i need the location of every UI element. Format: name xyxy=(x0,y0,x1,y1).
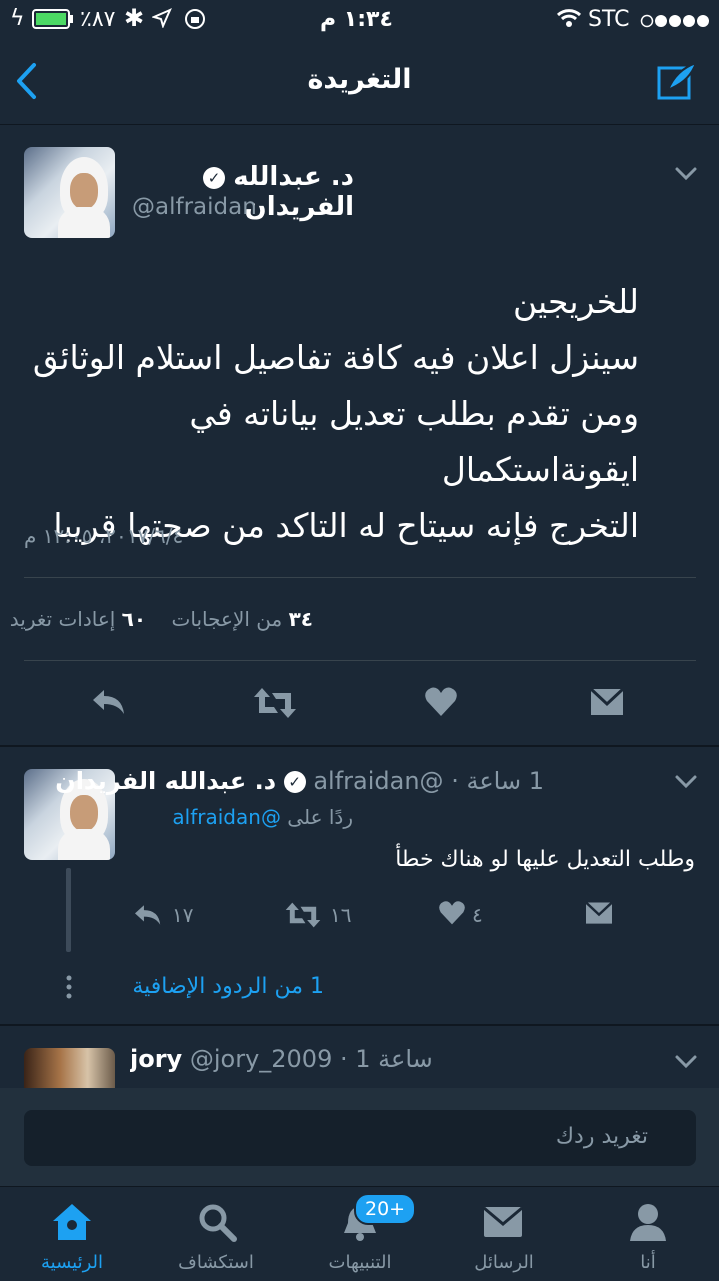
search-icon xyxy=(199,1204,237,1242)
verified-badge-icon: ✓ xyxy=(283,771,306,793)
signal-icon xyxy=(640,10,710,35)
thread-line xyxy=(66,868,71,952)
reply-to-line[interactable]: ردًا على @alfraidan xyxy=(172,805,353,829)
navigation-bar: التغريدة xyxy=(0,40,719,125)
tweet-timestamp: ٢٠١٧/٦/٤، ١٢:٠٥ م xyxy=(24,524,184,548)
retweets-count: ٦٠ xyxy=(121,607,147,631)
tab-explore[interactable]: استكشاف xyxy=(144,1187,288,1281)
tab-label: الرسائل xyxy=(474,1252,534,1273)
engagement-stats[interactable]: ٣٤ من الإعجابات ٦٠ إعادات تغريد xyxy=(10,607,313,631)
tab-messages[interactable]: الرسائل xyxy=(432,1187,576,1281)
reply-to-handle[interactable]: @alfraidan xyxy=(172,805,281,829)
tab-label: أنا xyxy=(640,1252,656,1273)
tab-label: استكشاف xyxy=(178,1252,254,1273)
reply-time: 1 ساعة xyxy=(466,767,544,795)
like-heart-icon[interactable] xyxy=(438,900,466,930)
divider xyxy=(0,1024,719,1026)
compose-tweet-button[interactable] xyxy=(656,60,698,106)
tweet-text: للخريجين سينزل اعلان فيه كافة تفاصيل است… xyxy=(19,274,639,554)
third-author-name: jory xyxy=(130,1045,183,1073)
reply-author-name: د. عبدالله الفريدان xyxy=(55,767,277,795)
reply-input[interactable]: تغريد ردك xyxy=(24,1110,696,1166)
wifi-icon xyxy=(556,8,582,34)
tweet-text-line: سينزل اعلان فيه كافة تفاصيل استلام الوثا… xyxy=(32,338,639,377)
verified-badge-icon: ✓ xyxy=(203,166,225,189)
status-bar: ϟ ٪٨٧ ✱ ١:٣٤ م STC xyxy=(0,0,719,40)
chevron-down-icon[interactable] xyxy=(674,166,698,186)
direct-message-icon[interactable] xyxy=(584,900,614,930)
author-handle[interactable]: @alfraidan xyxy=(132,194,257,220)
battery-percent: ٪٨٧ xyxy=(80,7,116,32)
tweet-text-line: ومن تقدم بطلب تعديل بياناته في ايقونةاست… xyxy=(189,394,639,489)
reply-author-handle: @alfraidan xyxy=(313,767,444,795)
tab-label: التنبيهات xyxy=(328,1252,392,1273)
notification-badge: 20+ xyxy=(354,1193,417,1225)
bluetooth-icon: ✱ xyxy=(124,4,145,32)
divider xyxy=(24,577,696,578)
third-tweet-time: 1 ساعة xyxy=(355,1045,433,1073)
carrier-name: STC xyxy=(588,7,630,32)
tab-label: الرئيسية xyxy=(41,1252,103,1273)
avatar[interactable] xyxy=(24,1048,115,1088)
third-author-handle: @jory_2009 xyxy=(189,1045,333,1073)
person-icon xyxy=(630,1204,666,1241)
likes-label: من الإعجابات xyxy=(171,607,283,631)
tab-home[interactable]: الرئيسية xyxy=(0,1187,144,1281)
likes-count: ٣٤ xyxy=(288,607,313,631)
compose-quill-icon xyxy=(657,61,698,100)
chevron-down-icon[interactable] xyxy=(674,1054,698,1074)
more-replies-link[interactable]: 1 من الردود الإضافية xyxy=(132,974,324,999)
direct-message-icon[interactable] xyxy=(589,686,625,722)
retweets-label: إعادات تغريد xyxy=(9,607,116,631)
home-icon xyxy=(53,1204,91,1240)
third-tweet-header[interactable]: jory @jory_2009 · 1 ساعة xyxy=(130,1045,433,1087)
tab-bar: الرئيسية استكشاف 20+ التنبيهات الرسائل أ… xyxy=(0,1186,719,1281)
reply-count: ١٧ xyxy=(172,903,194,927)
tab-me[interactable]: أنا xyxy=(576,1187,719,1281)
retweet-icon[interactable] xyxy=(284,901,322,933)
compose-bar: تغريد ردك xyxy=(0,1088,719,1186)
retweet-count: ١٦ xyxy=(330,903,352,927)
tweet-text-line: للخريجين xyxy=(512,282,639,321)
chevron-down-icon[interactable] xyxy=(674,774,698,794)
page-title: التغريدة xyxy=(307,64,412,95)
envelope-icon xyxy=(483,1206,523,1237)
reply-icon[interactable] xyxy=(90,686,128,722)
tab-notifications[interactable]: 20+ التنبيهات xyxy=(288,1187,432,1281)
clock: ١:٣٤ م xyxy=(320,7,393,32)
divider xyxy=(24,660,696,661)
avatar[interactable] xyxy=(24,147,115,238)
reply-input-placeholder: تغريد ردك xyxy=(555,1124,648,1149)
reply-header[interactable]: 1 ساعة · @alfraidan ✓ د. عبدالله الفريدا… xyxy=(55,767,544,795)
divider xyxy=(0,745,719,747)
like-heart-icon[interactable] xyxy=(424,686,458,722)
like-count: ٤ xyxy=(472,903,483,927)
retweet-icon[interactable] xyxy=(252,686,298,724)
reply-icon[interactable] xyxy=(132,902,164,932)
rotation-lock-icon xyxy=(184,8,206,36)
charging-icon: ϟ xyxy=(10,6,25,31)
reply-to-prefix: ردًا على xyxy=(287,805,353,829)
reply-text: وطلب التعديل عليها لو هناك خطأ xyxy=(395,847,695,872)
location-icon xyxy=(151,8,172,34)
battery-icon xyxy=(32,9,74,35)
more-dots-icon xyxy=(64,975,74,1003)
